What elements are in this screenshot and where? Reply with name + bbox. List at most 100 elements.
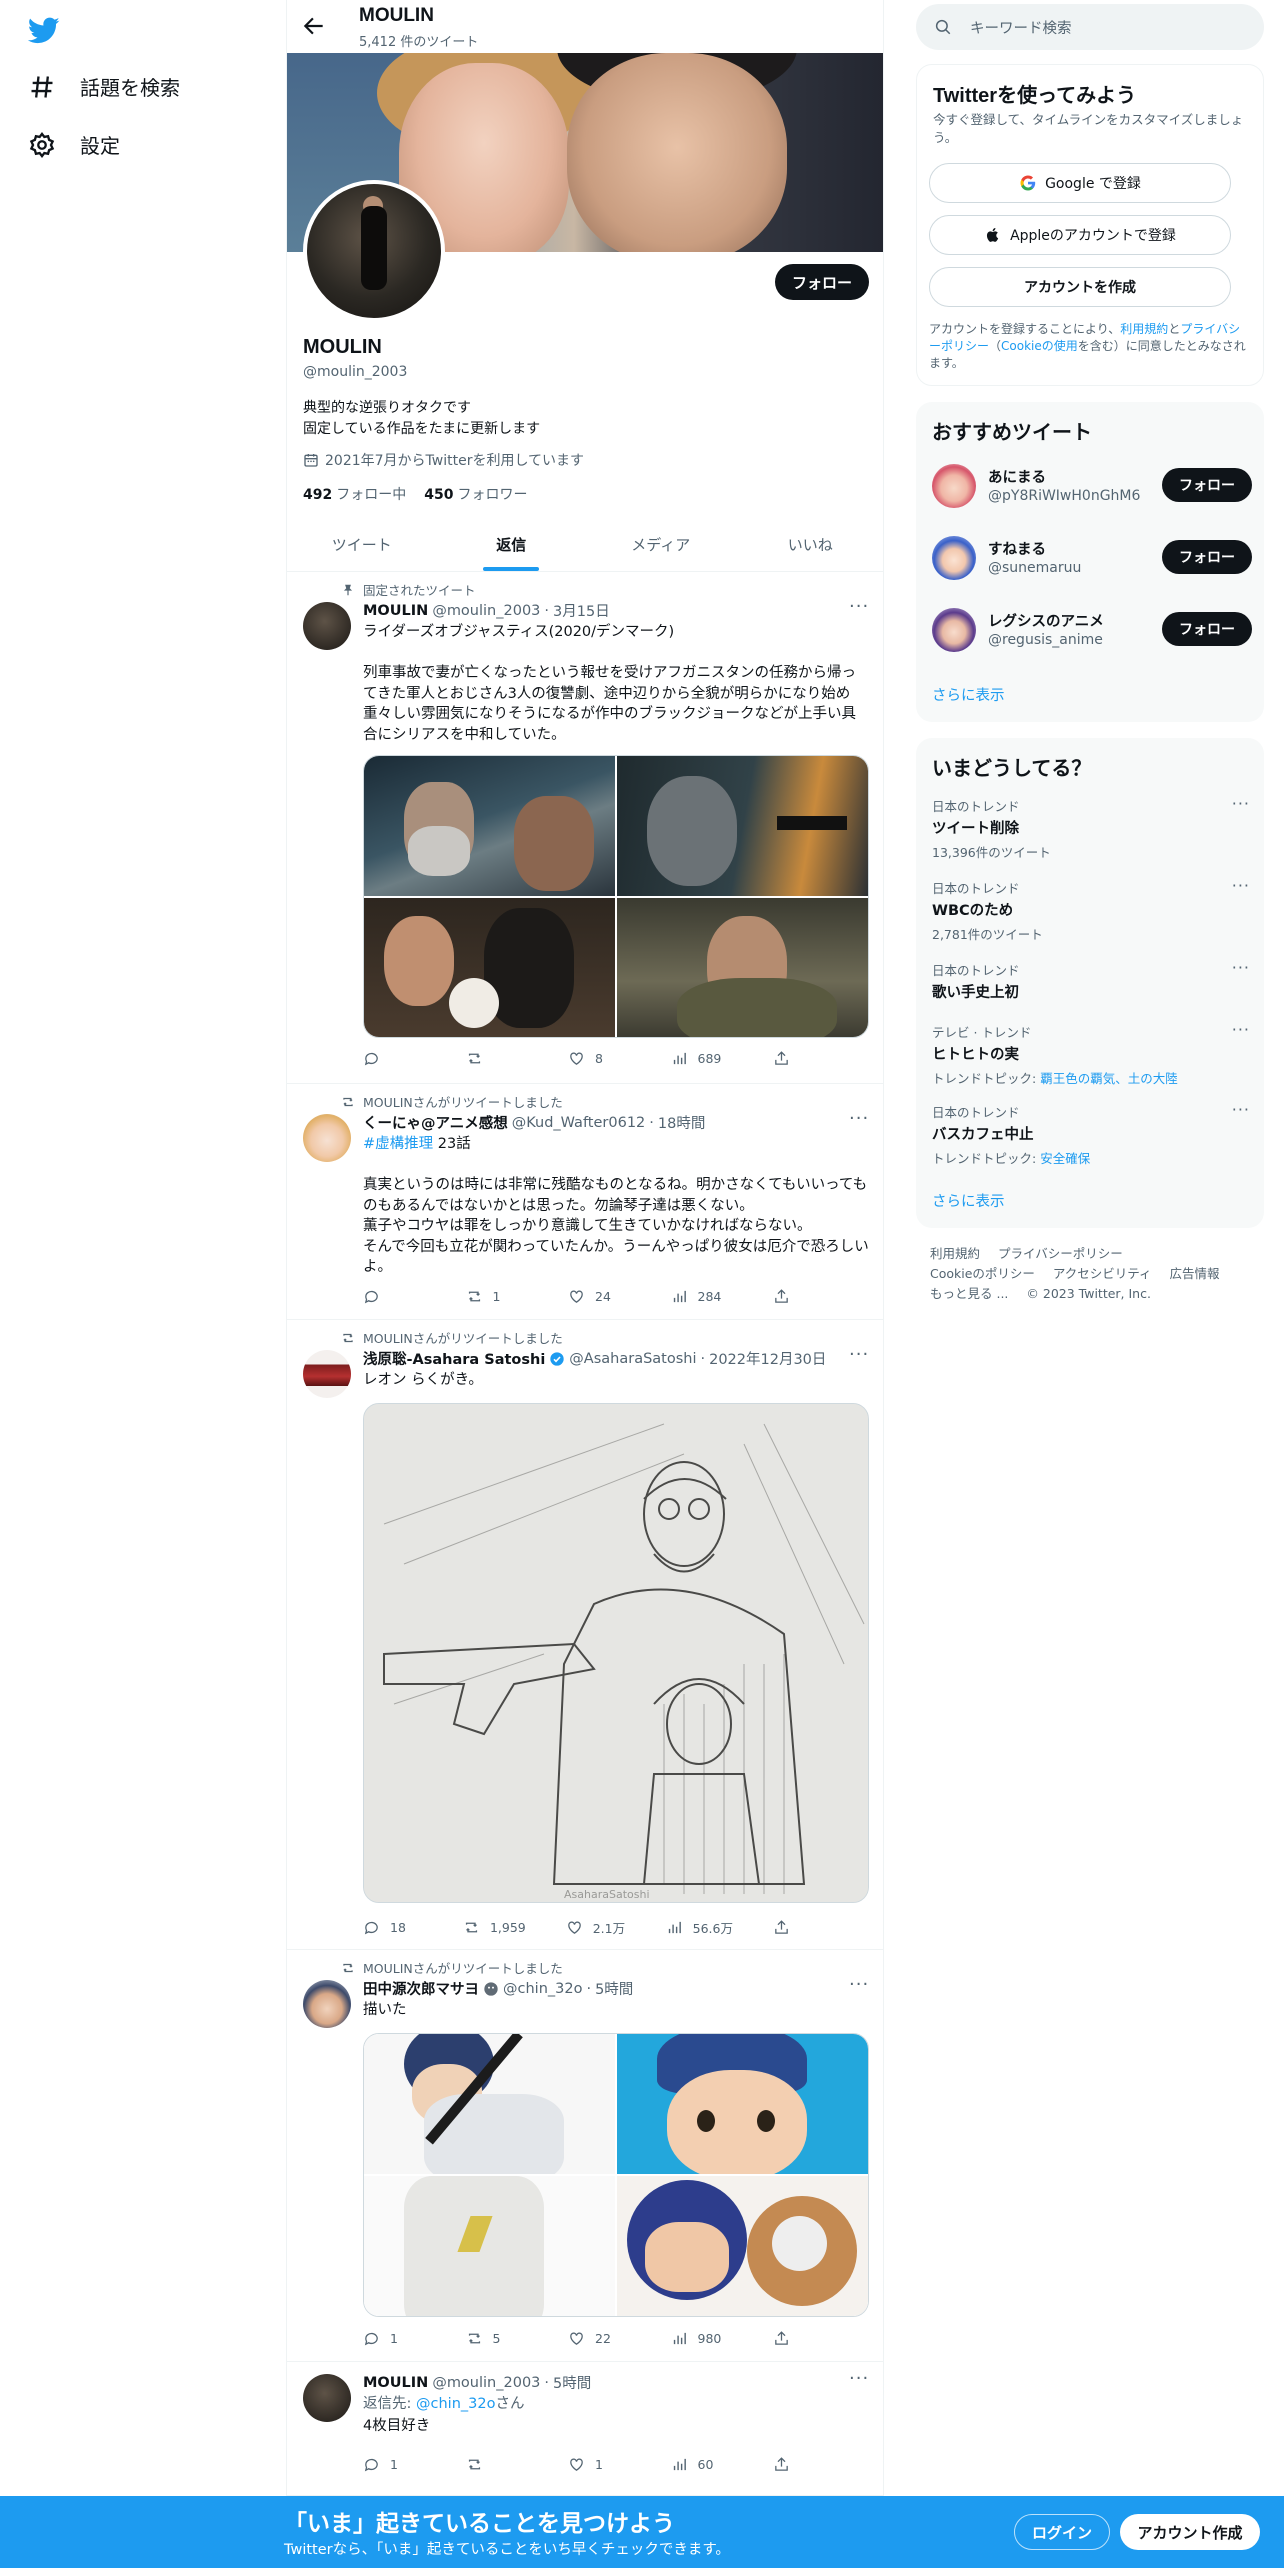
views-button[interactable]: 56.6万 <box>666 1918 733 1937</box>
footer-link[interactable]: 広告情報 <box>1170 1266 1220 1281</box>
hashtag-link[interactable]: #虚構推理 <box>363 1136 433 1152</box>
avatar[interactable] <box>303 602 351 650</box>
tweet-time[interactable]: 5時間 <box>595 1978 633 1999</box>
footer-link[interactable]: 利用規約 <box>930 1246 980 1261</box>
tweet-media[interactable] <box>363 2033 869 2317</box>
reply-button[interactable]: 1 <box>363 2456 423 2473</box>
nav-explore[interactable]: 話題を検索 <box>28 72 180 101</box>
footer-link[interactable]: もっと見る ... <box>930 1286 1008 1301</box>
recommended-account[interactable]: すねまる @sunemaruu フォロー <box>932 530 1252 586</box>
tab-media[interactable]: メディア <box>586 518 736 571</box>
trend-item[interactable]: テレビ · トレンド ヒトヒトの実 トレンドトピック: 覇王色の覇気、土の大陸 … <box>932 1020 1250 1087</box>
retweet-button[interactable]: 1 <box>466 1288 526 1305</box>
follow-button[interactable]: フォロー <box>1162 540 1252 574</box>
retweet-button[interactable] <box>466 1050 526 1067</box>
tweet-time[interactable]: 18時間 <box>658 1112 705 1133</box>
search-input[interactable]: キーワード検索 <box>916 4 1264 50</box>
recommended-account[interactable]: レグシスのアニメ @regusis_anime フォロー <box>932 602 1252 658</box>
media-image-4[interactable] <box>617 897 868 1037</box>
tweet[interactable]: 固定されたツイート MOULIN @moulin_2003 · 3月15日 ··… <box>287 572 883 1084</box>
signup-button[interactable]: アカウント作成 <box>1120 2514 1260 2550</box>
more-options-icon[interactable]: ··· <box>849 2370 869 2394</box>
retweet-button[interactable]: 1,959 <box>463 1918 526 1937</box>
tweet-author-handle[interactable]: @chin_32o <box>503 1981 582 1997</box>
tweet-author-name[interactable]: MOULIN <box>363 2375 428 2391</box>
footer-link[interactable]: プライバシーポリシー <box>998 1246 1123 1261</box>
follow-button[interactable]: フォロー <box>1162 612 1252 646</box>
like-button[interactable]: 24 <box>568 1288 628 1305</box>
avatar[interactable] <box>303 1350 351 1398</box>
more-options-icon[interactable]: ··· <box>1232 1020 1250 1039</box>
apple-signup-button[interactable]: Appleのアカウントで登録 <box>929 215 1231 255</box>
footer-link[interactable]: Cookieのポリシー <box>930 1266 1035 1281</box>
tweet-author-name[interactable]: 田中源次郎マサヨ <box>363 1978 479 1999</box>
trend-item[interactable]: 日本のトレンド 歌い手史上初 ··· <box>932 958 1250 1002</box>
media-image-2[interactable] <box>617 756 868 896</box>
views-button[interactable]: 689 <box>671 1050 731 1067</box>
more-options-icon[interactable]: ··· <box>849 1976 869 2000</box>
more-options-icon[interactable]: ··· <box>849 1110 869 1134</box>
cookie-link[interactable]: Cookieの使用 <box>1001 339 1078 353</box>
tweet-time[interactable]: 3月15日 <box>553 600 610 621</box>
like-button[interactable]: 2.1万 <box>566 1918 626 1937</box>
twitter-logo-icon[interactable] <box>28 14 60 46</box>
avatar[interactable] <box>303 1980 351 2028</box>
following-link[interactable]: 492 フォロー中 <box>303 484 406 504</box>
tweet-author-name[interactable]: くーにゃ@アニメ感想 <box>363 1112 508 1133</box>
tweet-media[interactable] <box>363 755 869 1038</box>
media-image-1[interactable] <box>364 2034 615 2174</box>
terms-link[interactable]: 利用規約 <box>1120 322 1168 336</box>
follow-button[interactable]: フォロー <box>775 264 869 300</box>
create-account-button[interactable]: アカウントを作成 <box>929 267 1231 307</box>
show-more-link[interactable]: さらに表示 <box>932 1190 1005 1211</box>
tweet-author-name[interactable]: MOULIN <box>363 603 428 619</box>
tweet[interactable]: MOULINさんがリツイートしました 田中源次郎マサヨ @chin_32o · … <box>287 1950 883 2362</box>
more-options-icon[interactable]: ··· <box>1232 794 1250 813</box>
tab-likes[interactable]: いいね <box>736 518 884 571</box>
views-button[interactable]: 60 <box>671 2456 731 2473</box>
tweet-time[interactable]: 5時間 <box>553 2372 591 2393</box>
show-more-link[interactable]: さらに表示 <box>932 684 1005 705</box>
reply-button[interactable] <box>363 1050 423 1067</box>
trend-item[interactable]: 日本のトレンド WBCのため 2,781件のツイート ··· <box>932 876 1250 943</box>
like-button[interactable]: 22 <box>568 2330 628 2347</box>
media-image-4[interactable] <box>617 2176 868 2316</box>
follow-button[interactable]: フォロー <box>1162 468 1252 502</box>
profile-avatar[interactable] <box>303 180 445 322</box>
more-options-icon[interactable]: ··· <box>849 598 869 622</box>
trend-item[interactable]: 日本のトレンド ツイート削除 13,396件のツイート ··· <box>932 794 1250 861</box>
reply-button[interactable]: 18 <box>363 1918 423 1937</box>
tweet-author-handle[interactable]: @moulin_2003 <box>432 2375 540 2391</box>
tweet-author-name[interactable]: 浅原聡-Asahara Satoshi <box>363 1348 545 1369</box>
media-image-3[interactable] <box>364 2176 615 2316</box>
share-button[interactable] <box>773 1918 793 1937</box>
more-options-icon[interactable]: ··· <box>1232 876 1250 895</box>
media-image-2[interactable] <box>617 2034 868 2174</box>
reply-to-handle-link[interactable]: @chin_32o <box>416 2396 495 2412</box>
reply-button[interactable] <box>363 1288 423 1305</box>
tweet[interactable]: MOULIN @moulin_2003 · 5時間 ··· 返信先: @chin… <box>287 2362 883 2496</box>
login-button[interactable]: ログイン <box>1014 2514 1110 2550</box>
tweet[interactable]: MOULINさんがリツイートしました くーにゃ@アニメ感想 @Kud_Wafte… <box>287 1084 883 1320</box>
tweet-author-handle[interactable]: @AsaharaSatoshi <box>569 1351 696 1367</box>
retweet-button[interactable]: 5 <box>466 2330 526 2347</box>
more-options-icon[interactable]: ··· <box>849 1346 869 1370</box>
share-button[interactable] <box>773 1050 793 1067</box>
share-button[interactable] <box>773 2330 793 2347</box>
tweet-author-handle[interactable]: @Kud_Wafter0612 <box>512 1115 646 1131</box>
more-options-icon[interactable]: ··· <box>1232 958 1250 977</box>
like-button[interactable]: 1 <box>568 2456 628 2473</box>
nav-settings[interactable]: 設定 <box>28 130 120 159</box>
avatar[interactable] <box>303 1114 351 1162</box>
back-arrow-icon[interactable] <box>301 13 327 39</box>
followers-link[interactable]: 450 フォロワー <box>424 484 527 504</box>
tweet-time[interactable]: 2022年12月30日 <box>709 1348 826 1369</box>
media-image-1[interactable] <box>364 756 615 896</box>
tab-replies[interactable]: 返信 <box>437 518 587 571</box>
tweet-media-sketch[interactable]: AsaharaSatoshi <box>363 1403 869 1903</box>
retweet-button[interactable] <box>466 2456 526 2473</box>
share-button[interactable] <box>773 1288 793 1305</box>
tweet-author-handle[interactable]: @moulin_2003 <box>432 603 540 619</box>
tweet[interactable]: MOULINさんがリツイートしました 浅原聡-Asahara Satoshi @… <box>287 1320 883 1950</box>
media-image-3[interactable] <box>364 897 615 1037</box>
